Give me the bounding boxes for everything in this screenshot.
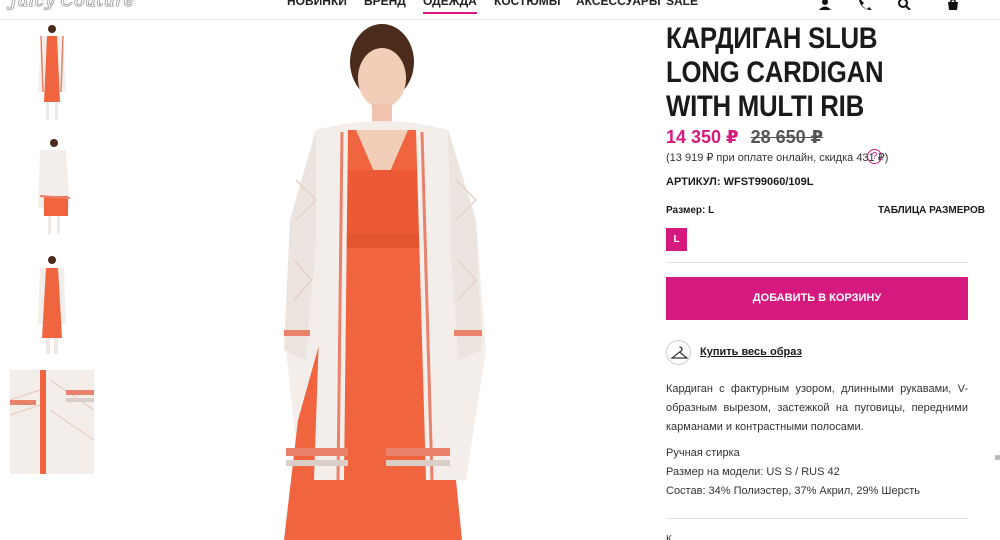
size-label: Размер: L: [666, 205, 715, 216]
search-icon[interactable]: [898, 0, 912, 10]
product-sku: АРТИКУЛ: WFST99060/109L: [666, 176, 814, 188]
add-to-cart-button[interactable]: ДОБАВИТЬ В КОРЗИНУ: [666, 277, 968, 320]
product-description: Кардиган с фактурным узором, длинными ру…: [666, 383, 968, 433]
main-product-image[interactable]: [166, 20, 614, 540]
price-row: 14 350 ₽ 28 650 ₽: [666, 127, 823, 148]
nav-item-clothing[interactable]: ОДЕЖДА: [423, 0, 477, 14]
online-payment-note: (13 919 ₽ при оплате онлайн, скидка 431 …: [666, 152, 889, 164]
nav-item-accessories[interactable]: АКСЕССУАРЫ: [576, 0, 661, 8]
thumbnail-detail[interactable]: [10, 370, 94, 474]
old-price: 28 650 ₽: [750, 127, 824, 147]
divider: [666, 518, 968, 519]
thumbnail-front[interactable]: [10, 22, 94, 122]
care-info: Ручная стирка: [666, 447, 740, 459]
site-header: Juicy Couture НОВИНКИ БРЕНД ОДЕЖДА КОСТЮ…: [0, 0, 1000, 20]
divider: [666, 262, 968, 263]
composition: Состав: 34% Полиэстер, 37% Акрил, 29% Ше…: [666, 485, 921, 497]
thumbnail-side[interactable]: [10, 136, 94, 238]
thumbnail-front-2[interactable]: [10, 252, 94, 356]
nav-item-suits[interactable]: КОСТЮМЫ: [494, 0, 560, 8]
buy-look-link[interactable]: Купить весь образ: [700, 346, 802, 358]
section-heading-partial: К: [666, 534, 672, 540]
nav-item-sale[interactable]: SALE: [666, 0, 698, 8]
scrollbar-marker[interactable]: [995, 455, 1000, 460]
product-title: КАРДИГАН SLUB LONG CARDIGAN WITH MULTI R…: [666, 22, 884, 123]
nav-item-brand[interactable]: БРЕНД: [364, 0, 406, 8]
model-size: Размер на модели: US S / RUS 42: [666, 466, 840, 478]
main-nav: НОВИНКИ БРЕНД ОДЕЖДА КОСТЮМЫ АКСЕССУАРЫ …: [0, 0, 1000, 14]
size-option-l[interactable]: L: [666, 228, 687, 251]
user-icon[interactable]: [818, 0, 832, 10]
help-icon[interactable]: ?: [867, 149, 882, 164]
nav-item-new[interactable]: НОВИНКИ: [287, 0, 347, 8]
size-table-link[interactable]: ТАБЛИЦА РАЗМЕРОВ: [878, 205, 985, 216]
phone-icon[interactable]: [858, 0, 872, 10]
current-price: 14 350 ₽: [666, 127, 739, 147]
cart-icon[interactable]: [946, 0, 960, 10]
hanger-icon[interactable]: [666, 340, 691, 365]
